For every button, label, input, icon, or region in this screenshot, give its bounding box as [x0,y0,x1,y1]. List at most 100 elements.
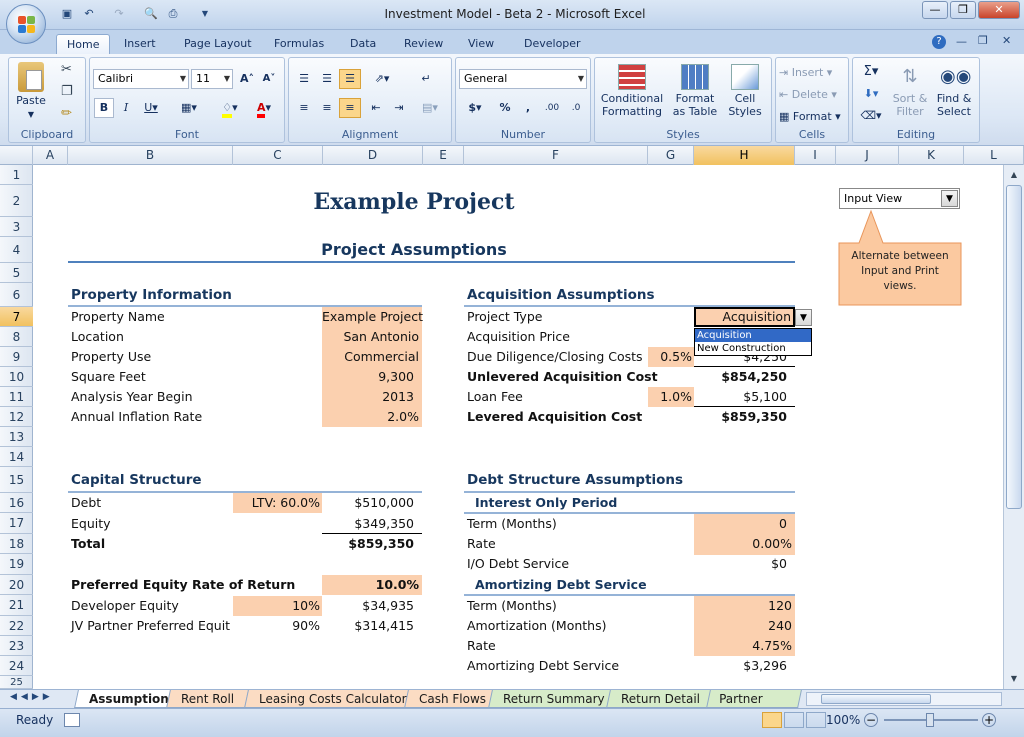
align-right-button[interactable]: ≡ [339,98,361,118]
sheet-tab-partner-return[interactable]: Partner Retur [706,690,802,708]
sheet-tab-leasing-costs[interactable]: Leasing Costs Calculator [244,690,422,708]
orientation-button[interactable]: ⇗▾ [365,69,399,89]
normal-view-icon[interactable] [762,712,782,728]
minimize-button[interactable]: — [922,1,948,19]
increase-indent-button[interactable]: ⇥ [388,98,410,118]
col-header-b[interactable]: B [68,146,233,165]
paste-button[interactable]: Paste ▼ [13,62,49,121]
scroll-down-icon[interactable]: ▼ [1006,671,1022,687]
fill-icon[interactable]: ⬇▾ [857,84,885,104]
developer-equity-pct-input[interactable]: 10% [233,596,322,616]
col-header-h[interactable]: H [694,146,795,165]
dropdown-option-new-construction[interactable]: New Construction [695,342,811,355]
col-header-g[interactable]: G [648,146,694,165]
row-header[interactable]: 3 [0,217,33,237]
decrease-indent-button[interactable]: ⇤ [365,98,387,118]
col-header-c[interactable]: C [233,146,323,165]
row-header[interactable]: 4 [0,237,33,263]
quick-print-icon[interactable]: ⎙ [164,6,182,22]
cell-styles-button[interactable]: Cell Styles [721,64,769,118]
bold-button[interactable]: B [94,98,114,118]
sheet-tab-cash-flows[interactable]: Cash Flows [404,690,501,708]
analysis-year-input[interactable]: 2013 [322,387,414,407]
am-amortization-input[interactable]: 240 [694,616,792,636]
zoom-level[interactable]: 100% [826,713,860,727]
align-bottom-button[interactable]: ☰ [339,69,361,89]
row-header[interactable]: 17 [0,513,33,534]
row-header[interactable]: 11 [0,387,33,407]
sheet-tab-rent-roll[interactable]: Rent Roll [166,690,250,708]
macro-record-icon[interactable] [64,713,80,727]
customize-qat-icon[interactable]: ▼ [196,6,214,22]
worksheet-grid[interactable]: Example Project Project Assumptions Inpu… [33,165,1003,689]
row-header[interactable]: 6 [0,283,33,307]
vertical-scrollbar[interactable]: ▲ ▼ [1003,165,1024,689]
col-header-i[interactable]: I [795,146,836,165]
tab-formulas[interactable]: Formulas [264,34,334,54]
office-button[interactable] [6,4,46,44]
close-button[interactable]: ✕ [978,1,1020,19]
cut-icon[interactable]: ✂ [61,62,72,77]
col-header-l[interactable]: L [964,146,1024,165]
row-header[interactable]: 22 [0,616,33,636]
row-header[interactable]: 5 [0,263,33,283]
col-header-j[interactable]: J [836,146,899,165]
sheet-tab-return-summary[interactable]: Return Summary [488,690,620,708]
am-term-input[interactable]: 120 [694,596,792,616]
row-header[interactable]: 2 [0,185,33,217]
font-size-select[interactable]: 11 ▼ [191,69,233,89]
clear-icon[interactable]: ⌫▾ [857,106,885,126]
project-type-dropdown-icon[interactable]: ▼ [795,309,812,326]
font-name-select[interactable]: Calibri ▼ [93,69,189,89]
format-painter-icon[interactable]: ✏ [61,106,72,121]
decrease-decimal-button[interactable]: .0 [564,98,588,118]
tab-data[interactable]: Data [340,34,386,54]
redo-icon[interactable]: ↷ [110,6,128,22]
page-layout-view-icon[interactable] [784,712,804,728]
property-name-input[interactable]: Example Project [322,307,423,327]
conditional-formatting-button[interactable]: Conditional Formatting [597,64,667,118]
am-rate-input[interactable]: 4.75% [694,636,792,656]
col-header-d[interactable]: D [323,146,423,165]
number-format-select[interactable]: General ▼ [459,69,587,89]
row-header[interactable]: 8 [0,327,33,347]
find-select-button[interactable]: ◉◉ Find & Select [931,64,977,118]
comma-button[interactable]: , [518,98,538,118]
autosum-icon[interactable]: Σ▾ [857,62,885,82]
align-middle-button[interactable]: ☰ [316,69,338,89]
io-rate-input[interactable]: 0.00% [694,534,792,554]
row-header[interactable]: 20 [0,575,33,595]
currency-button[interactable]: $▾ [460,98,490,118]
tab-insert[interactable]: Insert [114,34,166,54]
save-icon[interactable]: ▣ [58,6,76,22]
help-icon[interactable]: ? [932,35,946,49]
scroll-thumb[interactable] [1006,185,1022,509]
increase-decimal-button[interactable]: .00 [540,98,564,118]
sort-filter-button[interactable]: ⇅ Sort & Filter [889,64,931,118]
copy-icon[interactable]: ❐ [61,84,73,99]
col-header-f[interactable]: F [464,146,648,165]
ribbon-restore-icon[interactable]: ❐ [978,34,988,47]
view-select[interactable]: Input View ▼ [839,188,960,209]
shrink-font-button[interactable]: A˅ [258,69,280,89]
row-header[interactable]: 12 [0,407,33,427]
row-header[interactable]: 24 [0,656,33,676]
location-input[interactable]: San Antonio [322,327,419,347]
align-center-button[interactable]: ≡ [316,98,338,118]
undo-icon[interactable]: ↶ [80,6,98,22]
col-header-e[interactable]: E [423,146,464,165]
align-left-button[interactable]: ≡ [293,98,315,118]
italic-button[interactable]: I [116,98,136,118]
row-header[interactable]: 14 [0,447,33,467]
sheet-tab-return-detail[interactable]: Return Detail [606,690,715,708]
row-header[interactable]: 23 [0,636,33,656]
property-use-input[interactable]: Commercial [322,347,419,367]
zoom-slider-thumb[interactable] [926,713,934,727]
ribbon-close-icon[interactable]: ✕ [1002,34,1011,47]
borders-button[interactable]: ▦▾ [174,98,204,118]
tab-page-layout[interactable]: Page Layout [174,34,262,54]
select-all-corner[interactable] [0,146,33,165]
print-preview-icon[interactable]: 🔍 [142,6,160,22]
merge-center-button[interactable]: ▤▾ [415,98,445,118]
row-header[interactable]: 18 [0,534,33,554]
